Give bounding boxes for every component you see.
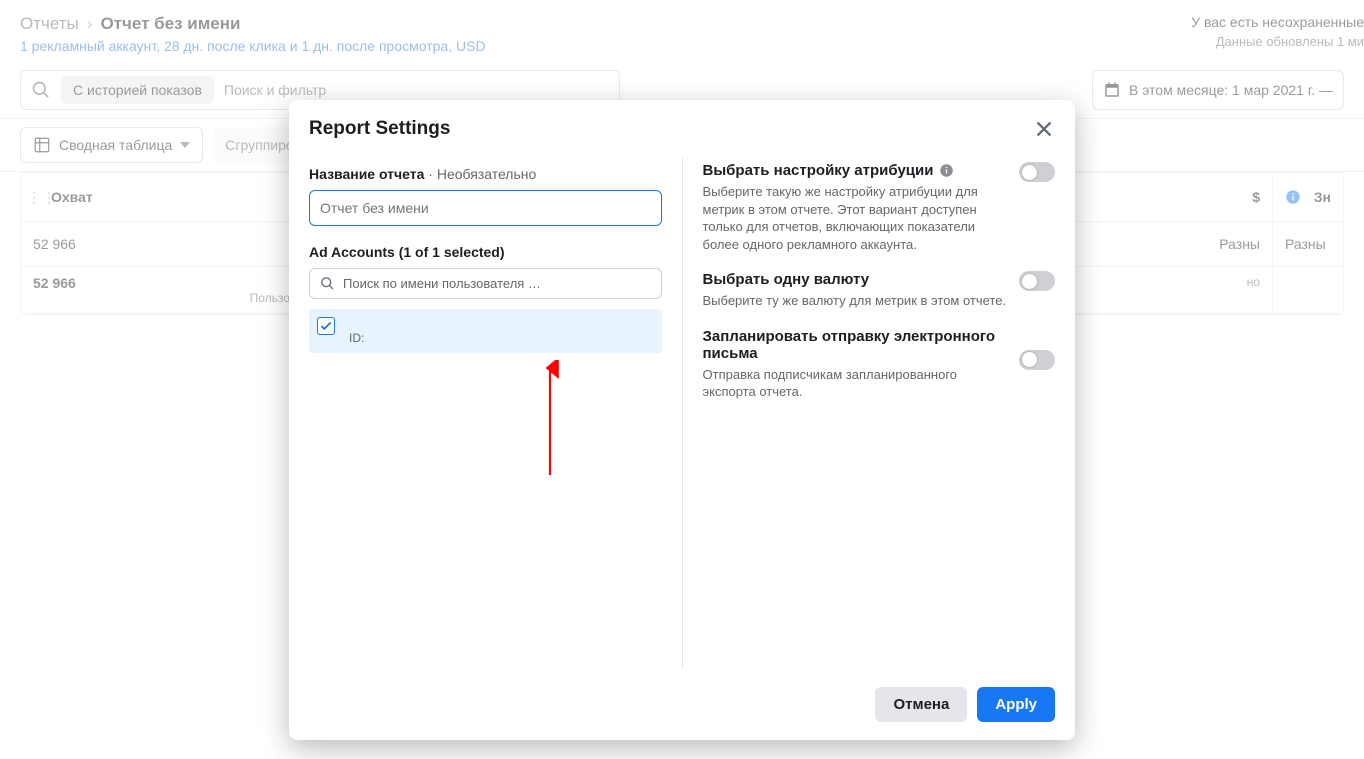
report-name-input[interactable] — [309, 190, 662, 226]
ad-account-item[interactable]: ID: — [309, 309, 662, 353]
toggle-attribution[interactable] — [1019, 162, 1055, 182]
report-settings-modal: Report Settings Название отчета · Необяз… — [289, 100, 1075, 740]
toggle-currency[interactable] — [1019, 271, 1055, 291]
option-currency: Выбрать одну валюту Выберите ту же валют… — [703, 267, 1056, 324]
info-icon[interactable] — [939, 163, 954, 178]
search-icon — [320, 276, 335, 291]
report-name-label: Название отчета · Необязательно — [309, 166, 662, 182]
close-icon[interactable] — [1033, 118, 1055, 140]
ad-accounts-search-placeholder: Поиск по имени пользователя … — [343, 276, 541, 291]
cancel-button[interactable]: Отмена — [875, 687, 967, 722]
toggle-schedule-email[interactable] — [1019, 350, 1055, 370]
ad-accounts-search[interactable]: Поиск по имени пользователя … — [309, 268, 662, 299]
check-icon — [319, 319, 333, 333]
ad-account-id-label: ID: — [349, 331, 364, 345]
modal-overlay: Report Settings Название отчета · Необяз… — [0, 0, 1364, 759]
option-schedule-email: Запланировать отправку электронного пись… — [703, 324, 1056, 415]
apply-button[interactable]: Apply — [977, 687, 1055, 722]
ad-accounts-label: Ad Accounts (1 of 1 selected) — [309, 244, 662, 260]
modal-title: Report Settings — [309, 118, 450, 140]
option-attribution: Выбрать настройку атрибуции Выберите так… — [703, 158, 1056, 267]
checkbox-checked[interactable] — [317, 317, 335, 335]
